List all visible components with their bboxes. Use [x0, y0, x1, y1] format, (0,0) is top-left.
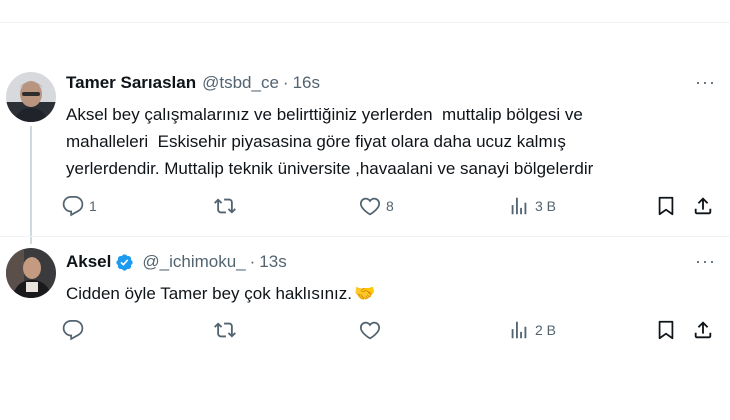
tweet-text-line: Cidden öyle Tamer bey çok haklısınız. 🤝	[66, 280, 375, 307]
tweet-text: Cidden öyle Tamer bey çok haklısınız. 🤝	[66, 280, 375, 307]
share-icon	[694, 321, 712, 339]
tweet-2[interactable]: Aksel @_ichimoku_ · 13s ··· Cidden öyle …	[0, 0, 730, 420]
like-button[interactable]	[359, 319, 381, 341]
like-icon	[359, 321, 381, 340]
handshake-emoji: 🤝	[354, 284, 376, 303]
views-icon	[511, 321, 527, 339]
timestamp[interactable]: 13s	[259, 252, 286, 272]
author-name[interactable]: Aksel	[66, 252, 111, 272]
more-icon[interactable]: ···	[695, 251, 716, 272]
separator-dot: ·	[249, 252, 256, 271]
reply-button[interactable]	[62, 319, 89, 341]
reply-icon	[62, 319, 84, 341]
action-bar: 2 B	[62, 319, 716, 343]
tweet-header: Aksel @_ichimoku_ · 13s	[66, 252, 287, 272]
avatar[interactable]	[6, 248, 56, 298]
author-handle[interactable]: @_ichimoku_	[142, 252, 245, 272]
views-button[interactable]: 2 B	[508, 319, 556, 341]
bookmark-icon	[658, 320, 674, 340]
verified-badge-icon	[116, 253, 133, 271]
views-count: 2 B	[535, 322, 557, 338]
share-button[interactable]	[692, 319, 714, 341]
bookmark-button[interactable]	[655, 319, 677, 341]
tweet-text-content: Cidden öyle Tamer bey çok haklısınız.	[66, 284, 352, 303]
retweet-button[interactable]	[214, 319, 236, 341]
retweet-icon	[214, 322, 236, 338]
